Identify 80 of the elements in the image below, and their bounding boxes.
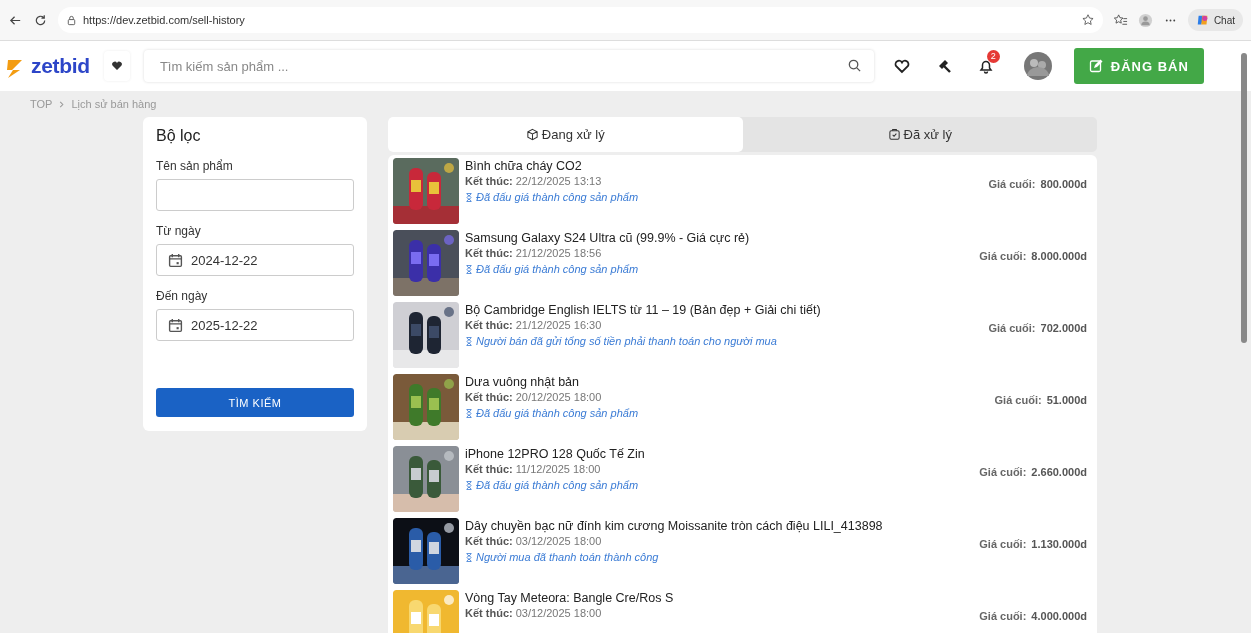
profile-icon[interactable]	[1137, 12, 1153, 28]
favorites-icon[interactable]	[1112, 12, 1128, 28]
hourglass-icon	[465, 263, 473, 275]
heart-icon	[110, 60, 123, 72]
hourglass-icon	[465, 479, 473, 491]
date-field[interactable]: 2024-12-22	[156, 244, 354, 276]
date-field[interactable]: 2025-12-22	[156, 309, 354, 341]
field-label: Tên sản phẩm	[156, 159, 234, 173]
end-label: Kết thúc:	[465, 463, 513, 475]
end-time: 21/12/2025 18:56	[515, 247, 602, 259]
end-label: Kết thúc:	[465, 607, 513, 619]
calendar-icon	[168, 252, 183, 268]
search-icon[interactable]	[846, 58, 862, 73]
filter-title: Bộ lọc	[156, 127, 202, 145]
field-label: Từ ngày	[156, 224, 202, 238]
edit-icon	[1088, 59, 1103, 73]
product-title[interactable]: Dưa vuông nhật bản	[465, 375, 989, 389]
price-value: 800.000d	[1040, 178, 1087, 190]
clipboard-check-icon	[887, 128, 901, 141]
end-label: Kết thúc:	[465, 175, 513, 187]
price-label: Giá cuối:	[979, 610, 1027, 622]
price-label: Giá cuối:	[994, 394, 1042, 406]
price-value: 2.660.000d	[1031, 466, 1087, 478]
hourglass-icon	[465, 551, 473, 563]
hourglass-icon	[465, 407, 473, 419]
category-button[interactable]	[103, 51, 130, 81]
product-title[interactable]: Samsung Galaxy S24 Ultra cũ (99.9% - Giá cực rẻ)	[465, 231, 974, 245]
status-text: Đã đấu giá thành công sản phẩm	[476, 407, 639, 419]
end-time: 03/12/2025 18:00	[515, 535, 602, 547]
field-label: Đến ngày	[156, 289, 209, 303]
notification-badge: 2	[986, 50, 1000, 63]
end-time: 20/12/2025 18:00	[515, 391, 602, 403]
calendar-icon	[168, 317, 183, 333]
end-time: 22/12/2025 13:13	[515, 175, 602, 187]
box-icon	[525, 128, 539, 141]
end-label: Kết thúc:	[465, 535, 513, 547]
star-icon[interactable]	[1080, 13, 1095, 27]
chevron-icon	[58, 100, 66, 108]
end-time: 11/12/2025 18:00	[515, 463, 601, 475]
status-text: Đã đấu giá thành công sản phẩm	[476, 479, 639, 491]
price-label: Giá cuối:	[979, 538, 1027, 550]
status-text: Đã đấu giá thành công sản phẩm	[476, 263, 639, 275]
tab[interactable]: Đã xử lý	[742, 117, 1097, 152]
avatar[interactable]	[1023, 52, 1052, 80]
search-field[interactable]: Tìm kiếm sản phẩm ...	[155, 54, 838, 78]
product-title[interactable]: Bộ Cambridge English IELTS từ 11 – 19 (Bản đẹp + Giải chi tiết)	[465, 303, 983, 317]
input-field[interactable]	[156, 179, 354, 211]
site-logo[interactable]: zetbid	[31, 54, 90, 78]
end-time: 03/12/2025 18:00	[515, 607, 602, 619]
price-value: 1.130.000d	[1031, 538, 1087, 550]
status-text: Người mua đã thanh toán thành công	[476, 551, 659, 563]
end-time: 21/12/2025 16:30	[515, 319, 602, 331]
tab[interactable]: Đang xử lý	[388, 117, 743, 152]
copilot-icon	[1195, 13, 1210, 27]
product-title[interactable]: Bình chữa cháy CO2	[465, 159, 983, 173]
search-button[interactable]: TÌM KIẾM	[156, 388, 354, 417]
price-label: Giá cuối:	[979, 466, 1027, 478]
product-title[interactable]: iPhone 12PRO 128 Quốc Tế Zin	[465, 447, 974, 461]
end-label: Kết thúc:	[465, 319, 513, 331]
heart-icon[interactable]	[892, 57, 911, 75]
price-label: Giá cuối:	[979, 250, 1027, 262]
end-label: Kết thúc:	[465, 391, 513, 403]
price-value: 4.000.000d	[1031, 610, 1087, 622]
price-value: 702.000d	[1040, 322, 1087, 334]
product-title[interactable]: Dây chuyền bạc nữ đính kim cương Moissanite tròn cách điệu LILI_413898	[465, 519, 974, 533]
price-label: Giá cuối:	[988, 178, 1036, 190]
status-text: Người bán đã gửi tổng số tiền phải thanh toán cho người mua	[476, 335, 777, 347]
reload-icon[interactable]	[33, 12, 48, 28]
address-bar[interactable]: https://dev.zetbid.com/sell-history	[58, 7, 1103, 33]
price-value: 8.000.000d	[1031, 250, 1087, 262]
hourglass-icon	[465, 191, 473, 203]
price-value: 51.000d	[1046, 394, 1087, 406]
status-text: Đã đấu giá thành công sản phẩm	[476, 191, 639, 203]
search-bar[interactable]: Tìm kiếm sản phẩm ...	[143, 50, 874, 82]
end-label: Kết thúc:	[465, 247, 513, 259]
lock-icon	[66, 14, 77, 26]
hourglass-icon	[465, 335, 473, 347]
product-title[interactable]: Vòng Tay Meteora: Bangle Cre/Ros S	[465, 591, 974, 605]
price-label: Giá cuối:	[988, 322, 1036, 334]
chat-button[interactable]: Chat	[1187, 9, 1243, 31]
